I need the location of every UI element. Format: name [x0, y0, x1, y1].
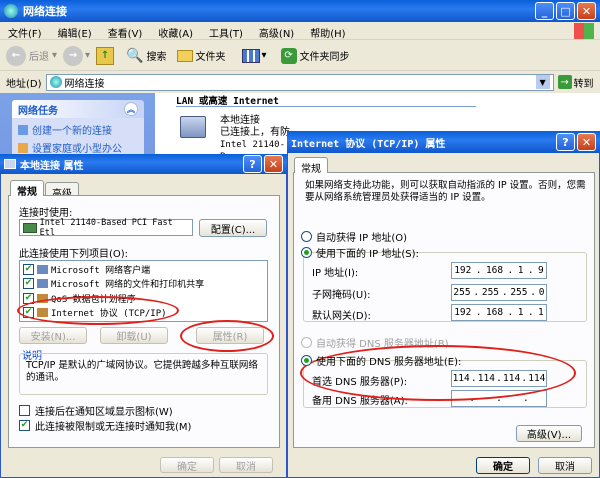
configure-button[interactable]: 配置(C)... [199, 219, 267, 237]
manual-ip-radio[interactable] [301, 247, 312, 258]
subnet-mask-input[interactable]: 255. 255. 255. 0 [451, 284, 547, 301]
up-folder-icon[interactable]: ↑ [96, 46, 115, 65]
items-label: 此连接使用下列项目(O): [19, 249, 129, 260]
address-input[interactable]: 网络连接 ▼ [45, 73, 554, 91]
menu-view[interactable]: 查看(V) [108, 25, 143, 40]
ip-address-label: IP 地址(I): [312, 268, 359, 279]
tcpip-tab-general[interactable]: 常规 [294, 157, 328, 175]
item-checkbox[interactable]: ✔ [23, 263, 34, 275]
item-checkbox[interactable]: ✔ [23, 278, 34, 290]
address-label: 地址(D) [6, 78, 42, 90]
connection-icon [18, 124, 28, 135]
back-arrow-icon: ← [6, 45, 26, 66]
local-tab-advanced[interactable]: 高级 [45, 182, 79, 200]
network-folder-icon [49, 76, 62, 88]
forward-button[interactable]: → ▾ [63, 45, 90, 66]
adapter-field: Intel 21140-Based PCI Fast Etl [19, 218, 193, 238]
local-close-button[interactable]: ✕ [264, 155, 283, 173]
highlight-ellipse-properties [180, 320, 274, 352]
network-icon [4, 4, 18, 18]
manual-dns-option[interactable]: 使用下面的 DNS 服务器地址(E): [301, 353, 461, 368]
notify-option[interactable]: ✔ 此连接被限制或无连接时通知我(M) [19, 418, 191, 433]
connection-title-icon [4, 159, 16, 169]
gateway-input[interactable]: 192. 168. 1. 1 [451, 304, 547, 321]
menu-edit[interactable]: 编辑(E) [58, 25, 92, 40]
folders-button[interactable]: 文件夹 [176, 48, 226, 63]
task-home-network[interactable]: 设置家庭或小型办公 [18, 140, 138, 155]
local-tab-general[interactable]: 常规 [10, 180, 44, 198]
tool-bar: ← 后退 ▾ → ▾ ↑ 🔍 搜索 文件夹 ▾ ⟳ 文件夹同步 [0, 41, 600, 71]
view-grid-icon [241, 48, 260, 63]
go-button[interactable]: → 转到 [557, 75, 594, 90]
network-card-icon [23, 222, 37, 233]
ip-address-input[interactable]: 192. 168. 1. 9 [451, 262, 547, 279]
lan-connection-icon[interactable] [180, 116, 206, 138]
tcpip-ok-button[interactable]: 确定 [476, 457, 530, 474]
menu-bar: 文件(F) 编辑(E) 查看(V) 收藏(A) 工具(T) 高级(N) 帮助(H… [0, 22, 600, 40]
local-ok-button[interactable]: 确定 [160, 457, 214, 473]
tcpip-help-button[interactable]: ? [556, 133, 575, 151]
local-dialog-title-bar: 本地连接 属性 ? ✕ [0, 154, 287, 174]
windows-logo-icon [574, 23, 594, 39]
main-window-title: 网络连接 [23, 5, 67, 18]
install-button[interactable]: 安装(N)... [19, 327, 87, 344]
network-tasks-header[interactable]: 网络任务 ︽ [12, 100, 144, 118]
search-button[interactable]: 🔍 搜索 [126, 48, 166, 64]
menu-help[interactable]: 帮助(H) [310, 25, 345, 40]
subnet-mask-label: 子网掩码(U): [312, 290, 371, 301]
sync-button[interactable]: ⟳ 文件夹同步 [280, 47, 350, 64]
maximize-button[interactable]: □ [556, 2, 575, 20]
show-icon-checkbox[interactable] [19, 405, 30, 416]
network-tasks-list: 创建一个新的连接 设置家庭或小型办公 [12, 118, 144, 158]
menu-advanced[interactable]: 高级(N) [259, 25, 294, 40]
gateway-label: 默认网关(D): [312, 311, 371, 322]
menu-tools[interactable]: 工具(T) [209, 25, 243, 40]
auto-ip-radio[interactable] [301, 231, 312, 242]
uninstall-button[interactable]: 卸载(U) [100, 327, 168, 344]
list-item[interactable]: ✔ Microsoft 网络的文件和打印机共享 [23, 277, 204, 290]
sync-icon: ⟳ [280, 47, 297, 64]
folder-icon [176, 49, 193, 62]
close-button[interactable]: ✕ [577, 2, 596, 20]
local-cancel-button[interactable]: 取消 [219, 457, 273, 473]
local-help-button[interactable]: ? [243, 155, 262, 173]
share-icon [37, 279, 48, 289]
auto-ip-option[interactable]: 自动获得 IP 地址(O) [301, 229, 407, 244]
task-create-connection[interactable]: 创建一个新的连接 [18, 122, 138, 137]
main-title-bar: 网络连接 _ □ ✕ [0, 0, 600, 22]
tcpip-title-bar: Internet 协议 (TCP/IP) 属性 ? ✕ [287, 131, 600, 153]
notify-checkbox[interactable]: ✔ [19, 420, 30, 431]
menu-file[interactable]: 文件(F) [8, 25, 42, 40]
highlight-ellipse-tcpip [17, 296, 179, 325]
manual-ip-option[interactable]: 使用下面的 IP 地址(S): [301, 245, 419, 260]
collapse-chevron-icon[interactable]: ︽ [124, 102, 138, 116]
client-icon [37, 264, 48, 274]
show-icon-option[interactable]: 连接后在通知区域显示图标(W) [19, 403, 173, 418]
auto-dns-radio[interactable] [301, 337, 312, 348]
manual-dns-radio[interactable] [301, 355, 312, 366]
forward-arrow-icon: → [63, 45, 84, 66]
tcpip-close-button[interactable]: ✕ [577, 133, 596, 151]
view-button[interactable]: ▾ [241, 48, 267, 63]
tcpip-cancel-button[interactable]: 取消 [538, 457, 592, 474]
tcpip-intro-text: 如果网络支持此功能，则可以获取自动指派的 IP 设置。否则，您需要从网络系统管理… [305, 180, 586, 203]
back-button[interactable]: ← 后退 ▾ [6, 45, 57, 66]
minimize-button[interactable]: _ [535, 2, 554, 20]
section-heading: LAN 或高速 Internet [176, 93, 476, 107]
description-text: TCP/IP 是默认的广域网协议。它提供跨越多种互联网络的通讯。 [26, 360, 258, 383]
home-network-icon [18, 142, 28, 153]
address-dropdown-icon[interactable]: ▼ [535, 75, 550, 89]
go-arrow-icon: → [557, 75, 572, 89]
list-item[interactable]: ✔ Microsoft 网络客户端 [23, 263, 150, 276]
menu-favorites[interactable]: 收藏(A) [158, 25, 193, 40]
search-icon: 🔍 [126, 47, 144, 64]
advanced-button[interactable]: 高级(V)... [516, 425, 582, 442]
address-bar: 地址(D) 网络连接 ▼ → 转到 [0, 72, 600, 92]
